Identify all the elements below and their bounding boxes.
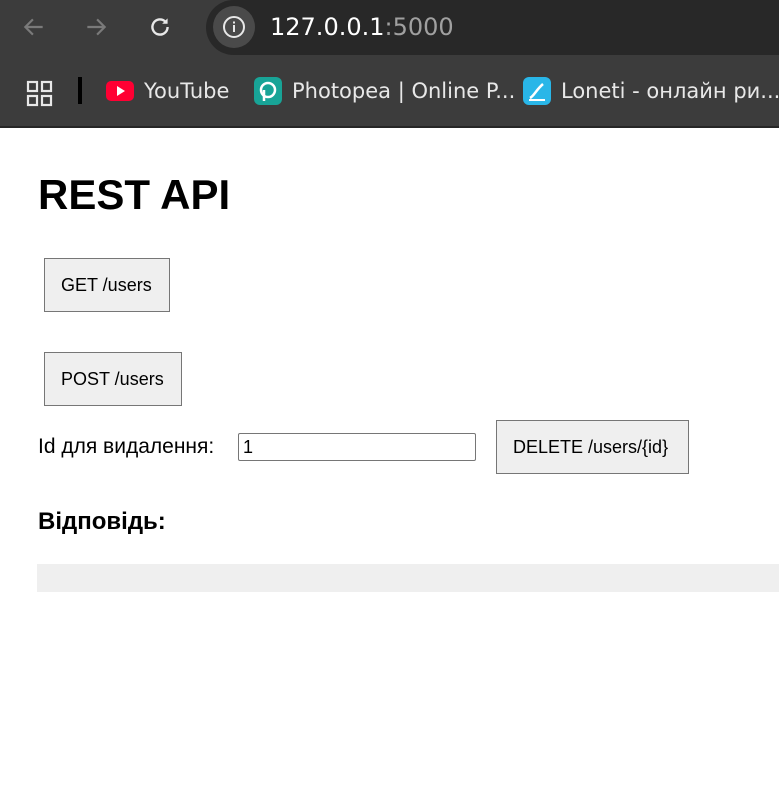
url-text[interactable]: 127.0.0.1:5000 <box>270 12 454 42</box>
browser-toolbar: 127.0.0.1:5000 <box>0 0 779 55</box>
bookmark-label: Loneti - онлайн ри... <box>561 79 779 103</box>
bookmark-loneti[interactable]: Loneti - онлайн ри... <box>523 72 779 110</box>
reload-button[interactable] <box>139 6 181 48</box>
forward-arrow-icon <box>87 18 107 36</box>
response-output <box>37 564 779 592</box>
bookmarks-separator <box>78 77 82 104</box>
apps-grid-icon[interactable] <box>26 80 54 108</box>
photopea-icon <box>254 77 282 105</box>
url-host: 127.0.0.1 <box>270 13 385 41</box>
site-info-button[interactable] <box>213 6 255 48</box>
bookmark-photopea[interactable]: Photopea | Online P... <box>254 72 515 110</box>
loneti-icon <box>523 77 551 105</box>
forward-button[interactable] <box>75 6 117 48</box>
url-port: :5000 <box>384 13 454 41</box>
bookmark-youtube[interactable]: YouTube <box>106 72 229 110</box>
back-arrow-icon <box>23 18 43 36</box>
get-users-button[interactable]: GET /users <box>44 258 170 312</box>
bookmark-label: YouTube <box>144 79 230 103</box>
page-title: REST API <box>38 171 231 218</box>
youtube-icon <box>106 77 134 105</box>
info-icon <box>223 16 245 38</box>
id-label: Id для видалення: <box>38 435 215 458</box>
response-heading: Відповідь: <box>38 508 166 535</box>
reload-icon <box>151 18 169 36</box>
back-button[interactable] <box>13 6 55 48</box>
id-input[interactable] <box>238 433 476 461</box>
bookmark-label: Photopea | Online P... <box>292 79 516 103</box>
post-users-button[interactable]: POST /users <box>44 352 182 406</box>
delete-user-button[interactable]: DELETE /users/{id} <box>496 420 689 474</box>
